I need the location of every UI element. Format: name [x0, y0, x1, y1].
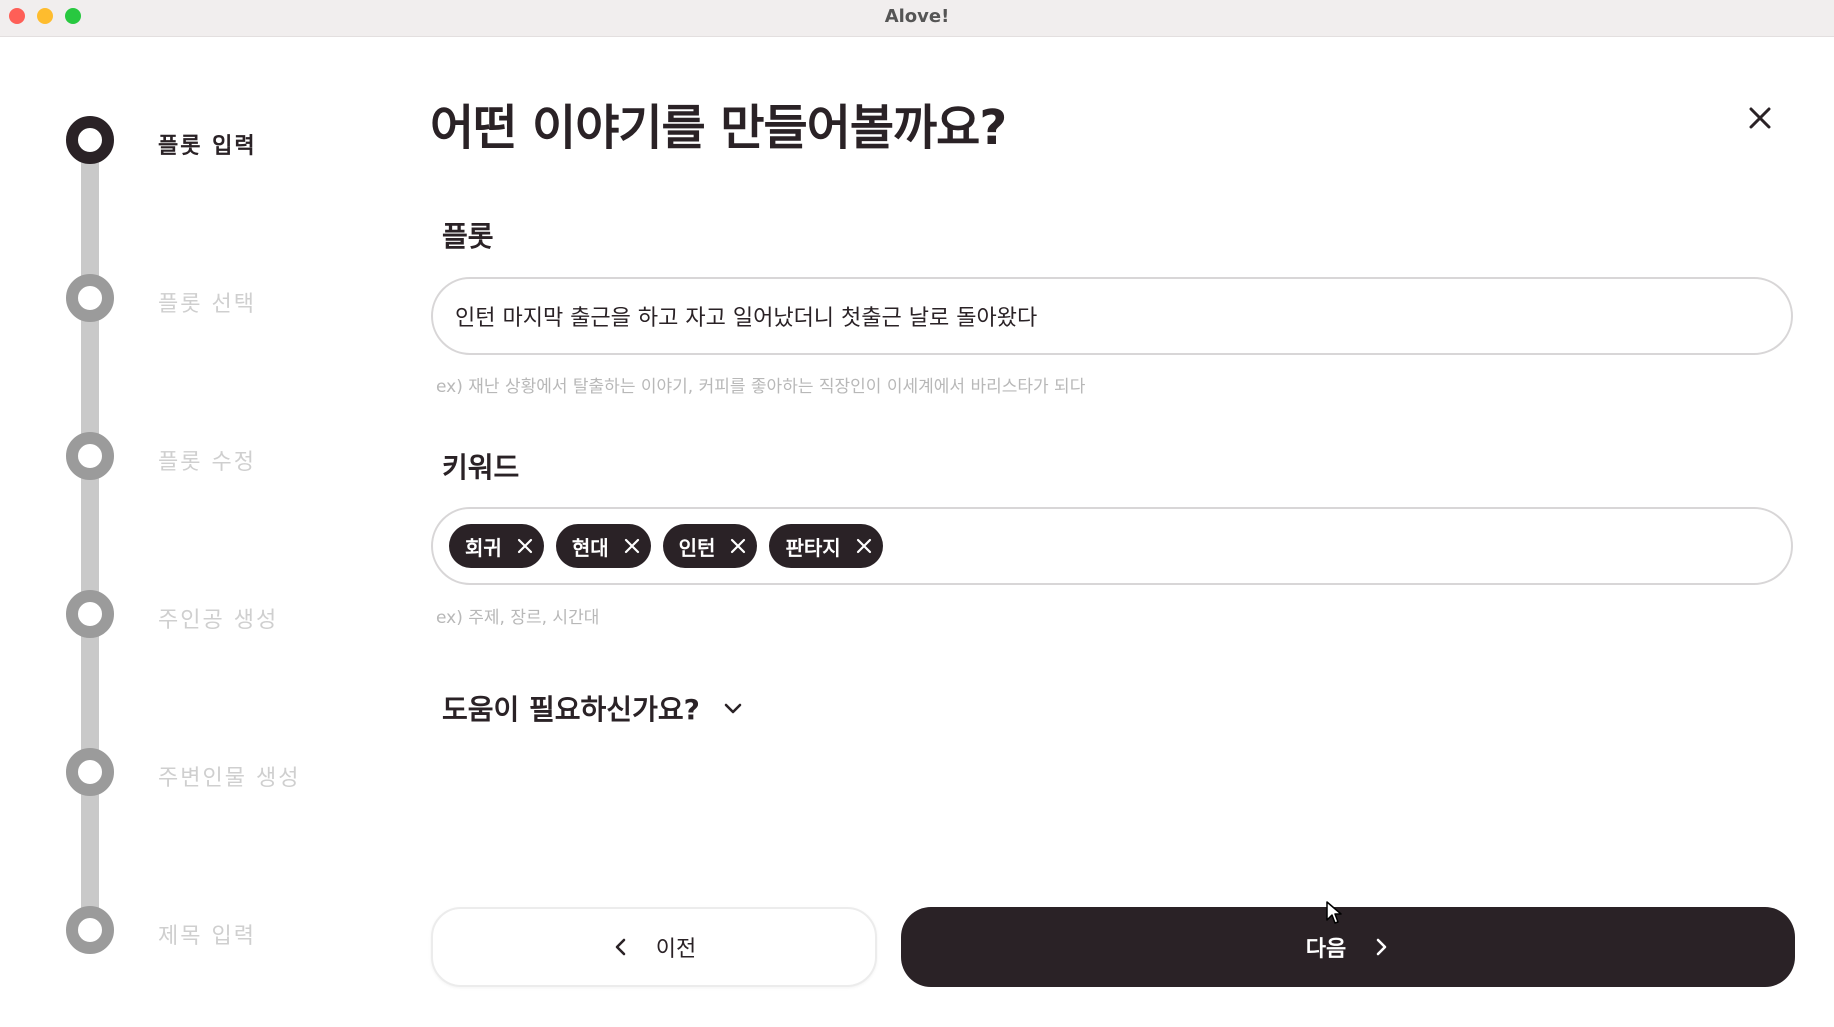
- close-button[interactable]: [1742, 100, 1778, 136]
- chip-remove-icon[interactable]: [855, 537, 873, 555]
- step-label: 주인공 생성: [158, 608, 279, 633]
- chip-remove-icon[interactable]: [516, 537, 534, 555]
- keyword-chip: 판타지: [769, 524, 883, 568]
- keyword-chips: 회귀 현대 인턴 판타지: [449, 524, 883, 568]
- step-plot-input[interactable]: 플롯 입력: [66, 116, 255, 164]
- step-dot: [66, 748, 114, 796]
- chip-label: 인턴: [678, 535, 716, 560]
- step-label: 플롯 입력: [158, 134, 257, 159]
- chevron-down-icon: [724, 703, 742, 714]
- keyword-chip: 현대: [555, 524, 651, 568]
- window-title: Alove!: [884, 6, 950, 27]
- prev-button[interactable]: 이전: [431, 907, 877, 987]
- step-plot-edit[interactable]: 플롯 수정: [66, 432, 254, 480]
- step-dot: [66, 906, 114, 954]
- close-icon: [1749, 107, 1771, 129]
- plot-hint: ex) 재난 상황에서 탈출하는 이야기, 커피를 좋아하는 직장인이 이세계에…: [436, 377, 1086, 397]
- next-button-label: 다음: [1305, 937, 1347, 962]
- chip-label: 회귀: [465, 535, 502, 560]
- help-toggle[interactable]: 도움이 필요하신가요?: [442, 688, 744, 728]
- window-titlebar: Alove!: [0, 0, 1834, 37]
- keyword-chip: 회귀: [449, 524, 544, 568]
- help-label: 도움이 필요하신가요?: [442, 693, 700, 726]
- page-title: 어떤 이야기를 만들어볼까요?: [430, 100, 1007, 156]
- step-side-characters[interactable]: 주변인물 생성: [66, 748, 298, 796]
- plot-label: 플롯: [442, 220, 494, 253]
- step-dot: [66, 590, 114, 638]
- prev-button-label: 이전: [655, 937, 697, 962]
- mouse-cursor-icon: [1326, 901, 1342, 924]
- chevron-right-icon: [1376, 938, 1387, 956]
- chevron-left-icon: [615, 938, 626, 956]
- keywords-field[interactable]: 회귀 현대 인턴 판타지: [431, 507, 1793, 585]
- step-label: 주변인물 생성: [158, 766, 301, 791]
- step-dot: [66, 116, 114, 164]
- step-plot-select[interactable]: 플롯 선택: [66, 274, 254, 322]
- keyword-chip: 인턴: [662, 524, 758, 568]
- chip-label: 판타지: [785, 535, 841, 560]
- stepper-track: [81, 140, 99, 930]
- step-dot: [66, 274, 114, 322]
- keywords-label: 키워드: [442, 451, 520, 484]
- keywords-hint: ex) 주제, 장르, 시간대: [436, 608, 600, 628]
- step-protagonist[interactable]: 주인공 생성: [66, 590, 276, 638]
- chip-remove-icon[interactable]: [729, 537, 747, 555]
- chip-label: 현대: [571, 535, 609, 560]
- step-dot: [66, 432, 114, 480]
- plot-input[interactable]: [433, 279, 1791, 353]
- step-label: 플롯 수정: [158, 450, 256, 475]
- chip-remove-icon[interactable]: [623, 537, 641, 555]
- plot-field[interactable]: [431, 277, 1793, 355]
- step-title-input[interactable]: 제목 입력: [66, 906, 254, 954]
- step-label: 제목 입력: [158, 924, 256, 949]
- step-label: 플롯 선택: [158, 292, 256, 317]
- next-button[interactable]: 다음: [901, 907, 1795, 987]
